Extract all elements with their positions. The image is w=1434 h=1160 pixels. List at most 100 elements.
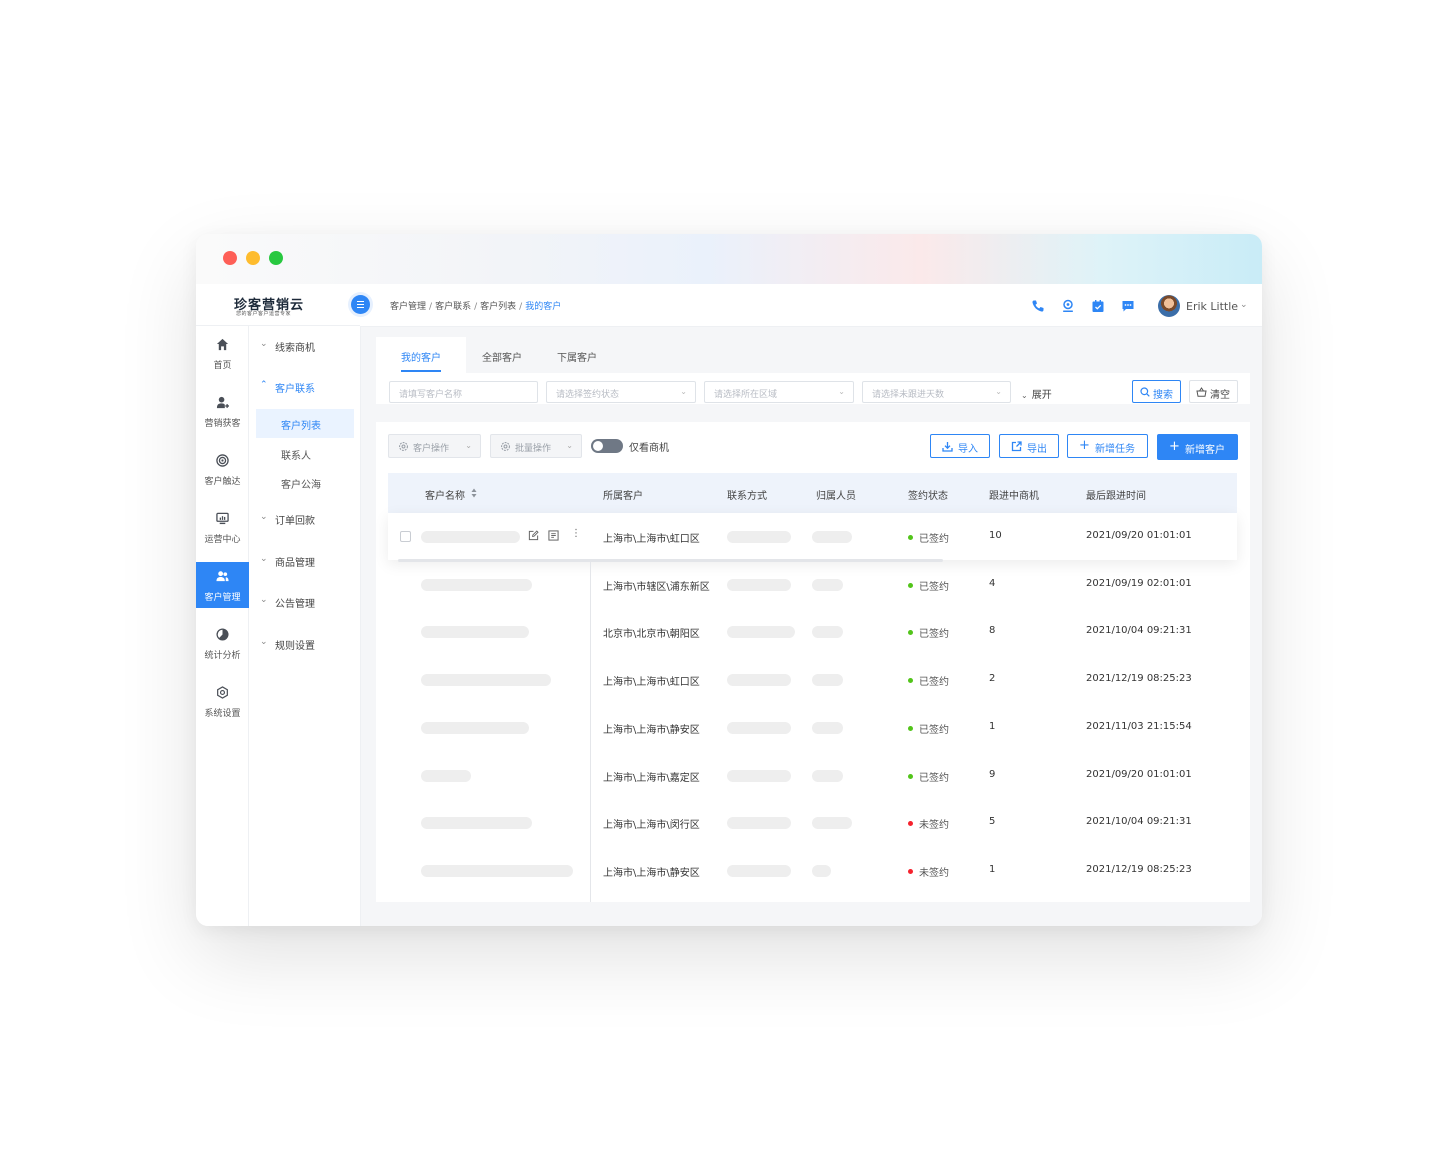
- sub-nav-item-contacts[interactable]: 联系人: [256, 439, 354, 468]
- horizontal-scrollbar[interactable]: [398, 559, 943, 562]
- sidebar-toggle-button[interactable]: [351, 295, 370, 314]
- nav-group-products[interactable]: ⌄ 商品管理: [250, 551, 361, 571]
- only-opportunity-toggle[interactable]: [591, 439, 623, 453]
- table-row[interactable]: 上海市\市辖区\浦东新区 已签约 4 2021/09/19 02:01:01: [388, 561, 1237, 608]
- table-row[interactable]: 上海市\上海市\闵行区 未签约 5 2021/10/04 09:21:31: [388, 799, 1237, 846]
- clear-button[interactable]: 清空: [1189, 380, 1238, 403]
- search-icon: [1140, 387, 1150, 397]
- nav-group-orders[interactable]: ⌄ 订单回款: [250, 509, 361, 529]
- expand-filters-button[interactable]: ⌄ 展开: [1021, 386, 1052, 401]
- nav-label: 营销获客: [204, 419, 241, 429]
- customer-name-placeholder: [421, 864, 573, 877]
- tab-subordinate-customers[interactable]: 下属客户: [557, 349, 597, 364]
- column-header-region: 所属客户: [603, 491, 643, 502]
- placeholder: 请选择所在区域: [714, 390, 778, 400]
- search-button[interactable]: 搜索: [1132, 380, 1181, 403]
- table-row[interactable]: 上海市\上海市\嘉定区 已签约 9 2021/09/20 01:01:01: [388, 752, 1237, 799]
- add-customer-button[interactable]: + 新增客户: [1157, 434, 1238, 460]
- breadcrumb-item[interactable]: 客户列表: [480, 302, 516, 312]
- nav-label: 客户管理: [204, 593, 241, 603]
- maximize-window-button[interactable]: [269, 251, 283, 265]
- nav-group-announcements[interactable]: ⌄ 公告管理: [250, 592, 361, 612]
- sub-nav-item-customer-pool[interactable]: 客户公海: [256, 468, 354, 497]
- sort-icon[interactable]: [471, 487, 477, 499]
- table-row[interactable]: ⋮ 上海市\上海市\虹口区 已签约 10 2021/09/20 01:01:01: [388, 513, 1237, 560]
- export-icon: [1011, 441, 1022, 452]
- chevron-up-icon: ⌃: [260, 380, 268, 390]
- customer-name-input[interactable]: 请填写客户名称: [389, 381, 538, 403]
- export-button[interactable]: 导出: [999, 434, 1059, 458]
- sub-nav-label: 客户列表: [281, 421, 321, 432]
- status-dot: [908, 535, 913, 540]
- last-followup-cell: 2021/11/03 21:15:54: [1086, 720, 1192, 732]
- nav-item-settings[interactable]: 系统设置: [196, 678, 249, 724]
- avatar[interactable]: [1158, 295, 1180, 317]
- tab-all-customers[interactable]: 全部客户: [482, 349, 522, 364]
- home-icon: [216, 338, 229, 351]
- contact-placeholder: [727, 674, 791, 687]
- nav-item-operations[interactable]: 运营中心: [196, 504, 249, 550]
- contact-placeholder: [727, 721, 791, 734]
- batch-ops-dropdown[interactable]: 批量操作 ⌄: [490, 434, 582, 458]
- nav-item-home[interactable]: 首页: [196, 330, 249, 376]
- user-add-icon: [216, 396, 229, 409]
- users-icon: [216, 571, 229, 582]
- import-button[interactable]: 导入: [930, 434, 990, 458]
- breadcrumb-item[interactable]: 客户联系: [435, 302, 471, 312]
- customer-ops-dropdown[interactable]: 客户操作 ⌄: [388, 434, 481, 458]
- nav-group-leads[interactable]: ⌄ 线索商机: [250, 336, 361, 356]
- table-row[interactable]: 上海市\上海市\虹口区 已签约 2 2021/12/19 08:25:23: [388, 656, 1237, 703]
- chevron-down-icon: ⌄: [566, 441, 573, 450]
- nav-group-label: 商品管理: [275, 558, 315, 569]
- app-window: 珍客营销云 您的客户客户运营专家 首页 营销获客 客户触达 运营中心 客户管理 …: [196, 234, 1262, 926]
- region-cell: 上海市\上海市\静安区: [603, 724, 700, 736]
- calendar-icon[interactable]: [1091, 299, 1105, 313]
- table-row[interactable]: 上海市\上海市\静安区 已签约 1 2021/11/03 21:15:54: [388, 704, 1237, 751]
- status-text: 已签约: [919, 534, 949, 545]
- breadcrumb: 客户管理 / 客户联系 / 客户列表 / 我的客户: [390, 302, 562, 312]
- nav-group-customer-contact[interactable]: ⌃ 客户联系: [250, 377, 361, 397]
- chevron-down-icon[interactable]: ⌄: [1240, 300, 1248, 310]
- nav-label: 客户触达: [204, 477, 241, 487]
- add-task-button[interactable]: + 新增任务: [1067, 434, 1148, 458]
- nav-group-rules[interactable]: ⌄ 规则设置: [250, 634, 361, 654]
- dropdown-label: 批量操作: [515, 444, 552, 454]
- opportunities-cell: 8: [989, 625, 996, 637]
- row-checkbox[interactable]: [400, 531, 411, 542]
- more-icon[interactable]: ⋮: [571, 528, 581, 539]
- days-select[interactable]: 请选择未跟进天数 ⌄: [862, 381, 1011, 403]
- region-select[interactable]: 请选择所在区域 ⌄: [704, 381, 854, 403]
- import-label: 导入: [958, 444, 978, 455]
- minimize-window-button[interactable]: [246, 251, 260, 265]
- table-row[interactable]: 北京市\北京市\朝阳区 已签约 8 2021/10/04 09:21:31: [388, 608, 1237, 655]
- phone-icon[interactable]: [1031, 299, 1045, 313]
- table-row[interactable]: 上海市\上海市\静安区 未签约 1 2021/12/19 08:25:23: [388, 847, 1237, 894]
- sub-nav-item-customer-list[interactable]: 客户列表: [256, 409, 354, 438]
- status-dot: [908, 821, 913, 827]
- location-icon[interactable]: [1061, 299, 1075, 313]
- breadcrumb-item[interactable]: 客户管理: [390, 302, 426, 312]
- detail-icon[interactable]: [548, 530, 559, 541]
- nav-item-reach[interactable]: 客户触达: [196, 446, 249, 492]
- chevron-down-icon: ⌄: [260, 339, 268, 349]
- export-label: 导出: [1027, 444, 1047, 455]
- nav-item-marketing[interactable]: 营销获客: [196, 388, 249, 434]
- nav-item-customer-management[interactable]: 客户管理: [196, 562, 249, 608]
- user-name[interactable]: Erik Little: [1186, 300, 1238, 313]
- status-text: 未签约: [919, 867, 949, 879]
- placeholder: 请选择签约状态: [556, 390, 620, 400]
- close-window-button[interactable]: [223, 251, 237, 265]
- contact-placeholder: [727, 864, 791, 877]
- chevron-down-icon: ⌄: [260, 554, 268, 564]
- column-header-name[interactable]: 客户名称: [425, 487, 465, 502]
- tab-my-customers[interactable]: 我的客户: [401, 349, 441, 364]
- nav-item-statistics[interactable]: 统计分析: [196, 620, 249, 666]
- message-icon[interactable]: [1121, 299, 1135, 313]
- sign-status-select[interactable]: 请选择签约状态 ⌄: [546, 381, 696, 403]
- status-badge: 已签约: [908, 530, 949, 545]
- plus-icon: +: [1079, 438, 1090, 453]
- status-text: 已签约: [919, 677, 949, 689]
- edit-icon[interactable]: [528, 530, 539, 541]
- owner-placeholder: [812, 817, 852, 830]
- owner-placeholder: [812, 578, 843, 591]
